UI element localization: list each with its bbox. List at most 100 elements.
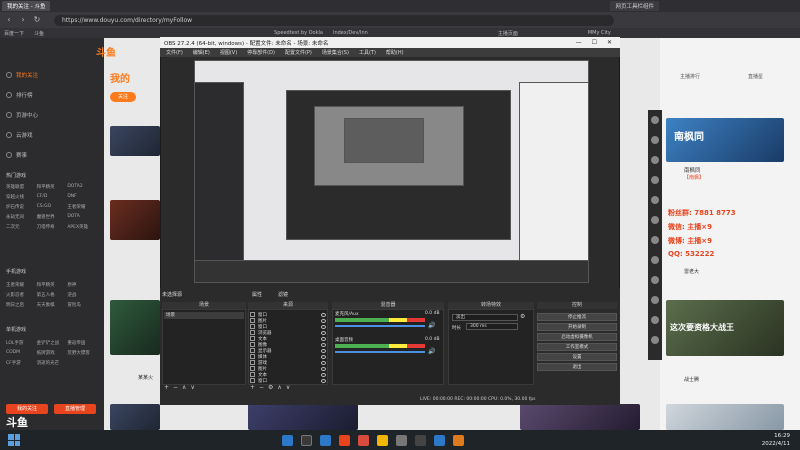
reload-icon[interactable]: ↻ xyxy=(32,15,42,25)
sidebar-dot-icon[interactable] xyxy=(651,176,659,184)
game-link[interactable]: CODM xyxy=(6,350,37,356)
menu-tools[interactable]: 工具(T) xyxy=(359,49,376,56)
volume-slider[interactable] xyxy=(335,325,425,327)
game-link[interactable]: 重返帝国 xyxy=(67,340,98,346)
taskbar-app-icon[interactable] xyxy=(453,434,464,446)
eye-icon[interactable] xyxy=(321,372,326,377)
virtual-camera-button[interactable]: 启动虚拟摄像机 xyxy=(537,333,617,341)
taskbar-app-icon[interactable] xyxy=(415,434,426,446)
game-link[interactable]: 炉石传说 xyxy=(6,204,37,210)
sidebar-dot-icon[interactable] xyxy=(651,216,659,224)
windows-start-icon[interactable] xyxy=(8,434,20,446)
game-link[interactable]: 天天象棋 xyxy=(37,302,68,308)
filters-tab[interactable]: 滤镜 xyxy=(278,291,288,299)
eye-icon[interactable] xyxy=(321,360,326,365)
properties-tab[interactable]: 属性 xyxy=(252,291,262,299)
menu-docks[interactable]: 停靠部件(D) xyxy=(247,49,275,56)
game-link[interactable]: 王者荣耀 xyxy=(6,282,37,288)
live-manage-button[interactable]: 直播管理 xyxy=(54,404,96,414)
stream-thumbnail[interactable] xyxy=(520,404,640,430)
menu-help[interactable]: 帮助(H) xyxy=(386,49,404,56)
game-link[interactable]: DOTA2 xyxy=(67,184,98,190)
minimize-icon[interactable]: — xyxy=(576,39,582,46)
back-icon[interactable]: ‹ xyxy=(4,15,14,25)
streamer-name[interactable]: 战士腾 xyxy=(684,376,699,383)
taskbar-douyu-icon[interactable] xyxy=(339,434,350,446)
promo-banner[interactable]: 南枫同 xyxy=(666,118,784,162)
game-link[interactable]: 金铲铲之战 xyxy=(37,340,68,346)
source-row[interactable]: 窗口 xyxy=(250,377,326,384)
eye-icon[interactable] xyxy=(321,330,326,335)
game-link[interactable]: CS:GO xyxy=(37,204,68,210)
nav-webgame[interactable]: 页游中心 xyxy=(6,110,98,120)
taskbar-chrome-icon[interactable] xyxy=(377,434,388,446)
taskbar-steam-icon[interactable] xyxy=(434,434,445,446)
rank-link[interactable]: 主播排行 xyxy=(680,73,700,80)
maximize-icon[interactable]: ☐ xyxy=(592,39,597,46)
bookmark[interactable]: 百度一下 xyxy=(4,30,24,37)
volume-slider[interactable] xyxy=(335,351,425,353)
eye-icon[interactable] xyxy=(321,318,326,323)
taskbar-clock[interactable]: 16:29 2022/4/11 xyxy=(740,432,790,448)
game-link[interactable]: 冒险岛 xyxy=(67,302,98,308)
nav-my-follow[interactable]: 我的关注 xyxy=(6,70,98,80)
url-input[interactable]: https://www.douyu.com/directory/myFollow xyxy=(54,14,614,26)
stream-thumbnail[interactable] xyxy=(110,200,160,240)
streamer-name[interactable]: 某某火 xyxy=(138,374,153,381)
game-link[interactable]: 二次元 xyxy=(6,224,37,230)
start-recording-button[interactable]: 开始录制 xyxy=(537,323,617,331)
sidebar-dot-icon[interactable] xyxy=(651,336,659,344)
scene-item[interactable]: 场景 xyxy=(164,312,244,319)
taskbar-obs-icon[interactable] xyxy=(301,434,312,446)
studio-mode-button[interactable]: 工作室模式 xyxy=(537,343,617,351)
sidebar-dot-icon[interactable] xyxy=(651,156,659,164)
taskbar-app-icon[interactable] xyxy=(282,434,293,446)
menu-file[interactable]: 文件(F) xyxy=(166,49,183,56)
sidebar-dot-icon[interactable] xyxy=(651,116,659,124)
eye-icon[interactable] xyxy=(321,312,326,317)
sidebar-dot-icon[interactable] xyxy=(651,236,659,244)
speaker-icon[interactable]: 🔊 xyxy=(428,348,435,355)
game-link[interactable]: APEX英雄 xyxy=(67,224,98,230)
close-icon[interactable]: ✕ xyxy=(607,39,612,46)
game-link[interactable]: 魔兽世界 xyxy=(37,214,68,220)
game-link[interactable]: CF/D xyxy=(37,194,68,200)
eye-icon[interactable] xyxy=(321,324,326,329)
follow-filter-pill[interactable]: 关注 xyxy=(110,92,136,102)
taskbar-app-icon[interactable] xyxy=(358,434,369,446)
game-link[interactable]: 和平精英 xyxy=(37,282,68,288)
game-link[interactable]: 原神 xyxy=(67,282,98,288)
promo-streamer-name[interactable]: 南枫同 xyxy=(684,166,701,174)
duration-input[interactable]: 300 ms xyxy=(466,323,518,330)
game-link[interactable]: 穿越火线 xyxy=(6,194,37,200)
game-link[interactable]: 王者荣耀 xyxy=(67,204,98,210)
game-link[interactable]: DOTA xyxy=(67,214,98,220)
eye-icon[interactable] xyxy=(321,366,326,371)
scene-toolbar[interactable]: +−∧∨ xyxy=(164,384,199,391)
sidebar-dot-icon[interactable] xyxy=(651,196,659,204)
game-link[interactable]: DNF xyxy=(67,194,98,200)
bookmark[interactable]: 斗鱼 xyxy=(34,30,44,37)
taskbar-app-icon[interactable] xyxy=(396,434,407,446)
eye-icon[interactable] xyxy=(321,354,326,359)
stop-stream-button[interactable]: 停止推流 xyxy=(537,313,617,321)
sidebar-dot-icon[interactable] xyxy=(651,136,659,144)
streamer-name[interactable]: 雷老大 xyxy=(684,268,699,275)
game-link[interactable]: 和平精英 xyxy=(37,184,68,190)
my-follow-button[interactable]: 我的关注 xyxy=(6,404,48,414)
star-link[interactable]: 直播星 xyxy=(748,73,763,80)
sidebar-dot-icon[interactable] xyxy=(651,296,659,304)
game-link[interactable]: CF手游 xyxy=(6,360,37,366)
sidebar-dot-icon[interactable] xyxy=(651,276,659,284)
stream-thumbnail[interactable] xyxy=(666,404,784,430)
game-link[interactable]: 火影忍者 xyxy=(6,292,37,298)
game-link[interactable]: 明日之后 xyxy=(6,302,37,308)
game-link[interactable]: 纸牌游戏 xyxy=(37,350,68,356)
taskbar-app-icon[interactable] xyxy=(320,434,331,446)
menu-scene-collection[interactable]: 场景集合(S) xyxy=(322,49,349,56)
obs-preview-canvas[interactable] xyxy=(194,60,589,283)
douyu-logo[interactable]: 斗鱼 xyxy=(96,44,136,59)
eye-icon[interactable] xyxy=(321,348,326,353)
gear-icon[interactable]: ⚙ xyxy=(520,313,525,320)
sidebar-dot-icon[interactable] xyxy=(651,256,659,264)
